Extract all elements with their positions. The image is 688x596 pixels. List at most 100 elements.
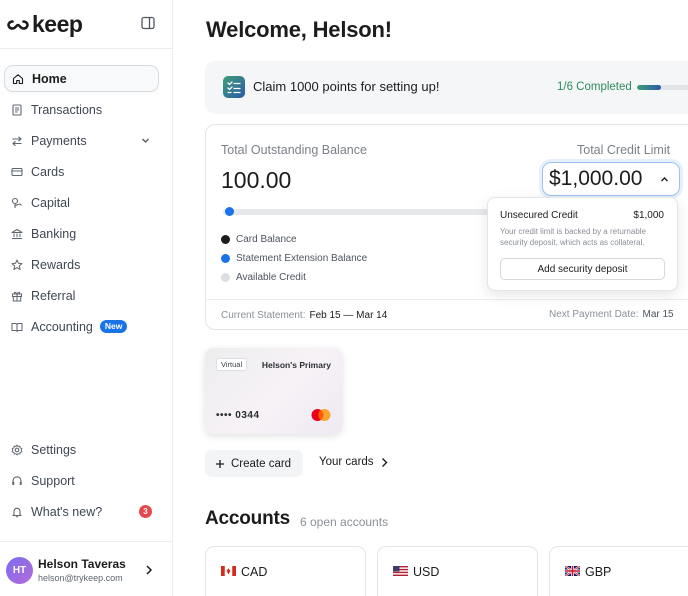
card-name: Helson's Primary <box>261 360 331 370</box>
book-icon <box>11 322 23 332</box>
brand-logo[interactable]: keep <box>7 11 83 38</box>
outstanding-balance-label: Total Outstanding Balance <box>221 143 367 157</box>
sidebar-item-label: Support <box>31 473 75 488</box>
sidebar-item-transactions[interactable]: Transactions <box>4 96 159 123</box>
legend-dot <box>221 253 230 263</box>
user-divider <box>0 541 172 542</box>
sidebar-item-label: Accounting <box>31 319 93 334</box>
sidebar-item-label: Transactions <box>31 102 103 117</box>
add-security-deposit-button[interactable]: Add security deposit <box>500 258 665 280</box>
sidebar-item-whats-new[interactable]: What's new? 3 <box>4 498 159 525</box>
user-profile[interactable]: HT Helson Taveras helson@trykeep.com <box>6 555 166 587</box>
popover-description: Your credit limit is backed by a returna… <box>500 227 646 247</box>
create-card-button[interactable]: Create card <box>205 450 303 477</box>
claim-progress-bar <box>637 85 688 90</box>
legend-label: Available Credit <box>236 271 306 283</box>
account-currency: CAD <box>241 565 268 579</box>
create-card-label: Create card <box>231 457 292 470</box>
page-title: Welcome, Helson! <box>206 17 392 42</box>
legend-label: Statement Extension Balance <box>236 252 368 264</box>
credit-limit-value: $1,000.00 <box>549 167 643 190</box>
claim-progress-fill <box>637 85 661 90</box>
account-card-cad[interactable]: CAD <box>205 546 366 596</box>
chevron-right-icon[interactable] <box>144 564 154 576</box>
headset-icon <box>12 475 22 485</box>
account-currency: USD <box>413 565 440 579</box>
virtual-tag: Virtual <box>216 358 248 371</box>
virtual-card[interactable]: Virtual Helson's Primary •••• 0344 <box>205 348 342 434</box>
notification-count-badge: 3 <box>139 505 152 518</box>
usa-flag-icon <box>393 566 408 576</box>
home-icon <box>12 73 24 84</box>
sidebar-item-home[interactable]: Home <box>4 65 159 92</box>
bank-icon <box>11 228 23 239</box>
legend-card-balance: Card Balance <box>221 232 297 246</box>
account-card-gbp[interactable]: GBP <box>549 546 688 596</box>
sidebar-item-label: Referral <box>31 288 76 303</box>
claim-text: Claim 1000 points for setting up! <box>253 79 440 94</box>
legend-label: Card Balance <box>236 233 297 245</box>
sidebar-item-capital[interactable]: Capital <box>4 189 159 216</box>
uk-flag-icon <box>565 566 580 576</box>
brand-name: keep <box>32 11 83 37</box>
unsecured-credit-popover: Unsecured Credit $1,000 Your credit limi… <box>487 197 678 291</box>
current-statement: Current Statement: Feb 15 — Mar 14 <box>221 310 387 321</box>
chevron-up-icon <box>661 177 668 182</box>
chevron-right-icon <box>381 457 388 467</box>
sidebar-item-label: Capital <box>31 195 70 210</box>
sidebar-divider <box>0 48 172 49</box>
current-statement-label: Current Statement: <box>221 310 306 321</box>
your-cards-link[interactable]: Your cards <box>319 456 388 468</box>
balance-usage-marker <box>225 207 234 216</box>
sidebar-item-settings[interactable]: Settings <box>4 436 159 463</box>
legend-dot <box>221 272 230 282</box>
current-statement-value: Feb 15 — Mar 14 <box>309 310 388 321</box>
sidebar-item-label: What's new? <box>31 504 103 519</box>
legend-dot <box>221 234 230 244</box>
next-payment: Next Payment Date: Mar 15 <box>549 309 674 320</box>
account-card-usd[interactable]: USD <box>377 546 538 596</box>
user-email: helson@trykeep.com <box>38 573 123 583</box>
star-icon <box>11 259 23 270</box>
your-cards-label: Your cards <box>319 456 374 468</box>
sidebar-item-banking[interactable]: Banking <box>4 220 159 247</box>
canada-flag-icon <box>221 566 236 576</box>
popover-amount: $1,000 <box>633 210 664 221</box>
sidebar-item-support[interactable]: Support <box>4 467 159 494</box>
sidebar-item-label: Banking <box>31 226 77 241</box>
keep-logo-icon <box>7 19 29 30</box>
credit-limit-toggle[interactable]: $1,000.00 <box>542 162 680 196</box>
claim-points-banner[interactable]: Claim 1000 points for setting up! 1/6 Co… <box>205 61 688 114</box>
plus-icon <box>216 459 224 468</box>
next-payment-label: Next Payment Date: <box>549 309 639 320</box>
receipt-icon <box>12 103 22 116</box>
sidebar-item-label: Home <box>32 71 67 86</box>
gear-icon <box>11 444 23 455</box>
capital-icon <box>11 197 22 208</box>
outstanding-balance-value: 100.00 <box>221 167 292 193</box>
sidebar: keep Home Transactions Payments Cards Ca… <box>0 0 173 596</box>
legend-statement-extension: Statement Extension Balance <box>221 251 367 265</box>
claim-progress-text: 1/6 Completed <box>557 81 632 93</box>
credit-limit-label: Total Credit Limit <box>577 143 671 157</box>
popover-title: Unsecured Credit <box>500 210 578 221</box>
balance-usage-bar <box>223 209 493 215</box>
sidebar-item-referral[interactable]: Referral <box>4 282 159 309</box>
sidebar-item-label: Cards <box>31 164 65 179</box>
accounts-count: 6 open accounts <box>300 515 389 529</box>
sidebar-item-payments[interactable]: Payments <box>4 127 159 154</box>
next-payment-value: Mar 15 <box>642 309 674 320</box>
card-number: •••• 0344 <box>216 410 260 421</box>
transfer-icon <box>12 135 22 146</box>
sidebar-item-rewards[interactable]: Rewards <box>4 251 159 278</box>
account-currency: GBP <box>585 565 612 579</box>
sidebar-collapse-icon[interactable] <box>141 16 155 30</box>
sidebar-item-accounting[interactable]: Accounting New <box>4 313 159 340</box>
chevron-down-icon[interactable] <box>141 136 150 145</box>
user-name: Helson Taveras <box>38 557 126 571</box>
balance-card-divider <box>206 299 688 300</box>
bell-icon <box>12 507 22 517</box>
accounts-heading: Accounts <box>205 508 290 529</box>
checklist-icon <box>223 76 245 98</box>
sidebar-item-cards[interactable]: Cards <box>4 158 159 185</box>
